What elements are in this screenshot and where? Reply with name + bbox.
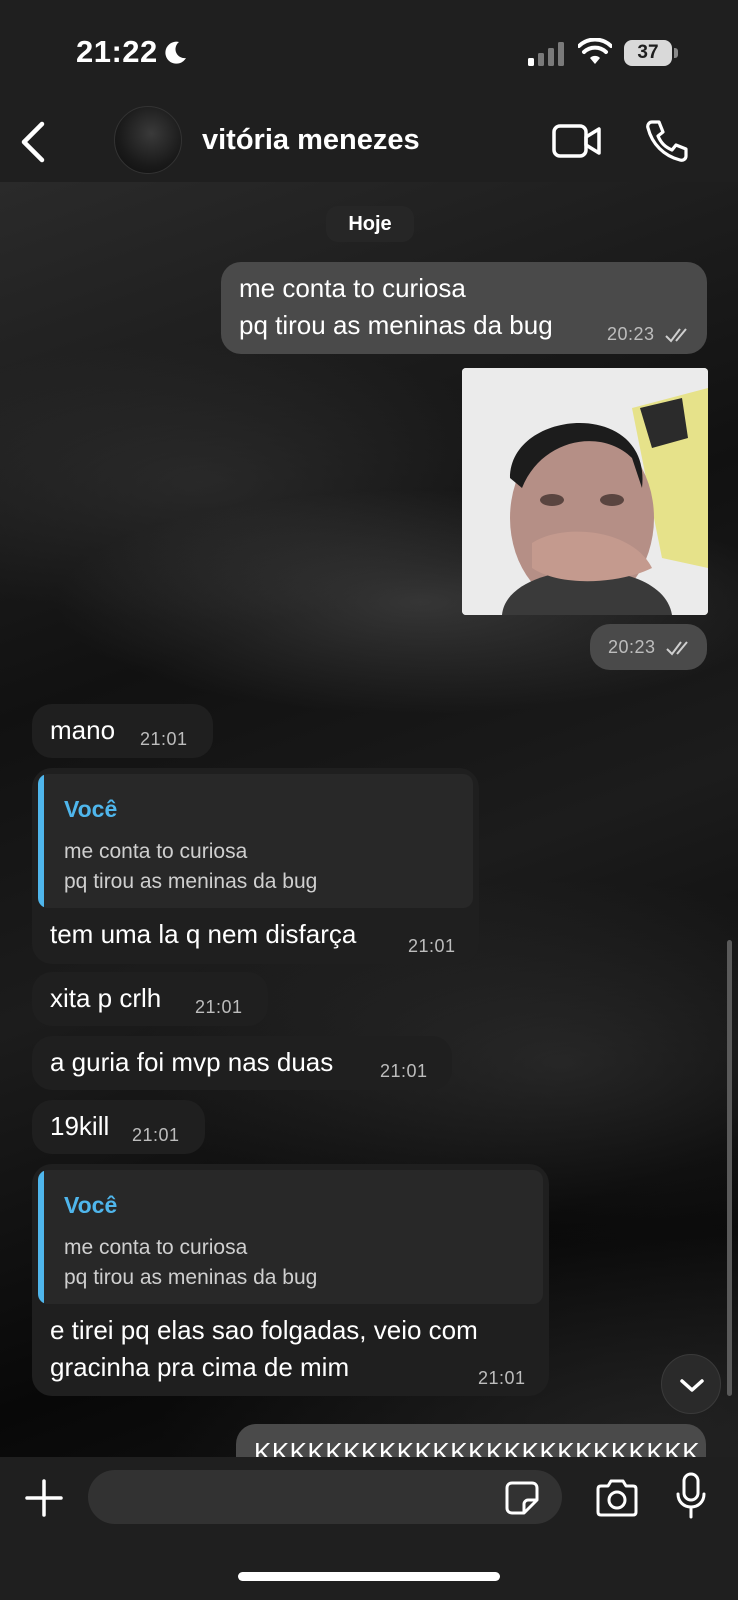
quote-text-line: me conta to curiosa [64,1236,248,1259]
message-time: 20:23 [608,637,656,657]
quote-author: Você [64,796,118,822]
message-meta: 20:23 [608,637,693,658]
double-check-icon [666,641,688,656]
video-call-icon[interactable] [552,122,602,160]
message-text: tem uma la q nem disfarça [50,919,357,949]
video-thumbnail[interactable] [462,368,708,615]
message-time: 21:01 [132,1125,180,1145]
message-text: 19kill [50,1111,110,1141]
message-time: 21:01 [380,1061,428,1081]
chevron-down-icon [680,1379,704,1392]
back-icon[interactable] [14,118,54,166]
double-check-icon [665,328,687,343]
message-bubble-incoming[interactable]: a guria foi mvp nas duas 21:01 [32,1036,452,1090]
quote-accent-bar [38,1170,44,1304]
message-text: a guria foi mvp nas duas [50,1047,334,1077]
message-bubble-incoming[interactable]: xita p crlh 21:01 [32,972,268,1026]
wifi-icon [578,38,612,64]
scrollbar[interactable] [727,940,732,1396]
quote-author: Você [64,1192,118,1218]
sticker-icon[interactable] [504,1480,540,1516]
camera-icon[interactable] [594,1478,640,1518]
quoted-message[interactable]: Você me conta to curiosa pq tirou as men… [38,1170,543,1304]
microphone-icon[interactable] [674,1472,708,1520]
message-text-line: gracinha pra cima de mim [50,1352,350,1382]
signal-icon [528,42,564,66]
moon-icon [165,41,186,64]
message-input[interactable] [88,1470,562,1524]
home-indicator [238,1572,500,1581]
message-text-line: me conta to curiosa [239,273,466,303]
message-text-line: e tirei pq elas sao folgadas, veio com [50,1315,478,1345]
video-time-badge: 20:23 [590,624,707,670]
battery-indicator: 37 [624,40,672,66]
message-text-line: pq tirou as meninas da bug [239,310,553,340]
status-time: 21:22 [76,34,158,69]
video-frame-image [462,368,708,615]
quote-text-line: me conta to curiosa [64,840,248,863]
message-bubble-incoming[interactable]: Você me conta to curiosa pq tirou as men… [32,768,479,964]
quote-text-line: pq tirou as meninas da bug [64,1266,318,1289]
message-meta: 20:23 [607,324,692,345]
message-bubble-incoming[interactable]: mano 21:01 [32,704,213,758]
phone-icon[interactable] [644,118,688,162]
message-bubble-outgoing[interactable]: me conta to curiosa pq tirou as meninas … [221,262,707,354]
message-time: 21:01 [140,729,188,749]
quote-text-line: pq tirou as meninas da bug [64,870,318,893]
contact-avatar[interactable] [114,106,182,174]
message-time: 21:01 [408,936,456,956]
message-bubble-incoming[interactable]: Você me conta to curiosa pq tirou as men… [32,1164,549,1396]
plus-icon[interactable] [24,1478,64,1518]
quote-accent-bar [38,774,44,908]
contact-name[interactable]: vitória menezes [202,124,420,157]
message-text: xita p crlh [50,983,162,1013]
date-separator: Hoje [326,206,414,242]
message-bubble-incoming[interactable]: 19kill 21:01 [32,1100,205,1154]
quoted-message[interactable]: Você me conta to curiosa pq tirou as men… [38,774,473,908]
message-time: 21:01 [195,997,243,1017]
message-time: 21:01 [478,1368,526,1388]
message-text: mano [50,715,116,745]
message-time: 20:23 [607,324,655,344]
battery-tip [674,48,678,58]
scroll-to-bottom-button[interactable] [661,1354,721,1414]
